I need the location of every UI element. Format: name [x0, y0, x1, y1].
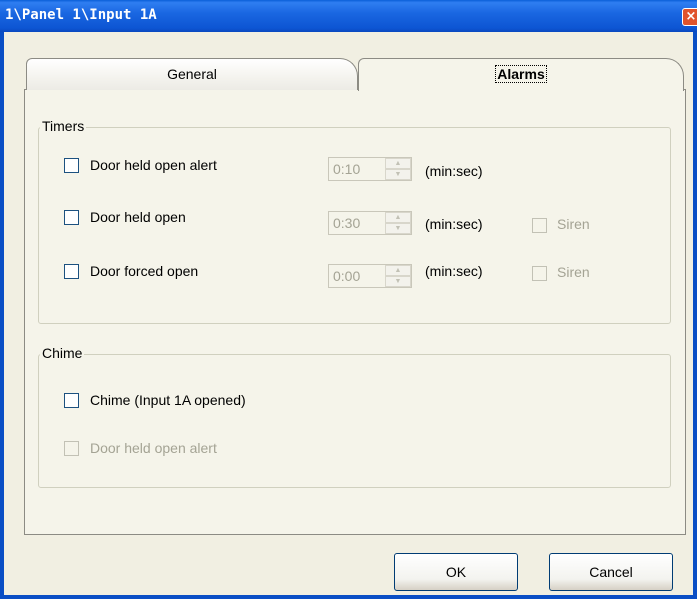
- spin-down-icon[interactable]: ▼: [385, 169, 411, 180]
- door-held-open-siren-checkbox: [532, 218, 547, 233]
- chime-group: [38, 354, 671, 488]
- unit-label: (min:sec): [425, 216, 483, 232]
- door-held-open-alert-label: Door held open alert: [90, 157, 217, 173]
- chime-door-held-open-alert-label: Door held open alert: [90, 440, 217, 456]
- chime-input-opened-checkbox[interactable]: [64, 393, 79, 408]
- door-held-open-siren-label: Siren: [557, 216, 590, 232]
- tab-general-label: General: [167, 66, 217, 82]
- unit-label: (min:sec): [425, 263, 483, 279]
- spin-down-icon[interactable]: ▼: [385, 223, 411, 234]
- tab-general[interactable]: General: [26, 58, 358, 90]
- door-held-open-alert-checkbox[interactable]: [64, 158, 79, 173]
- close-icon[interactable]: ×: [682, 8, 697, 26]
- cancel-button[interactable]: Cancel: [549, 553, 673, 591]
- window-frame-right: [693, 32, 697, 599]
- unit-label: (min:sec): [425, 163, 483, 179]
- title-bar[interactable]: 1\Panel 1\Input 1A ×: [0, 0, 697, 32]
- window-frame-left: [0, 32, 4, 599]
- window-frame-bottom: [0, 595, 697, 599]
- spin-up-icon[interactable]: ▲: [385, 212, 411, 223]
- chime-input-opened-label: Chime (Input 1A opened): [90, 392, 246, 408]
- door-forced-open-spinner[interactable]: 0:00 ▲ ▼: [328, 264, 412, 288]
- timers-group-label: Timers: [40, 118, 87, 134]
- door-forced-open-siren-label: Siren: [557, 264, 590, 280]
- door-held-open-alert-spinner[interactable]: 0:10 ▲ ▼: [328, 157, 412, 181]
- chime-door-held-open-alert-checkbox: [64, 441, 79, 456]
- spinner-value: 0:10: [333, 161, 361, 177]
- door-forced-open-siren-checkbox: [532, 266, 547, 281]
- window-title: 1\Panel 1\Input 1A: [5, 7, 157, 23]
- ok-button[interactable]: OK: [394, 553, 518, 591]
- tab-alarms[interactable]: Alarms: [358, 58, 684, 91]
- spinner-value: 0:00: [333, 268, 361, 284]
- door-held-open-checkbox[interactable]: [64, 210, 79, 225]
- tab-alarms-label: Alarms: [495, 65, 547, 83]
- door-held-open-spinner[interactable]: 0:30 ▲ ▼: [328, 211, 412, 235]
- chime-group-label: Chime: [40, 345, 85, 361]
- door-forced-open-checkbox[interactable]: [64, 264, 79, 279]
- spin-up-icon[interactable]: ▲: [385, 265, 411, 276]
- door-forced-open-label: Door forced open: [90, 263, 199, 279]
- spin-down-icon[interactable]: ▼: [385, 276, 411, 287]
- spinner-value: 0:30: [333, 215, 361, 231]
- spin-up-icon[interactable]: ▲: [385, 158, 411, 169]
- door-held-open-label: Door held open: [90, 209, 186, 225]
